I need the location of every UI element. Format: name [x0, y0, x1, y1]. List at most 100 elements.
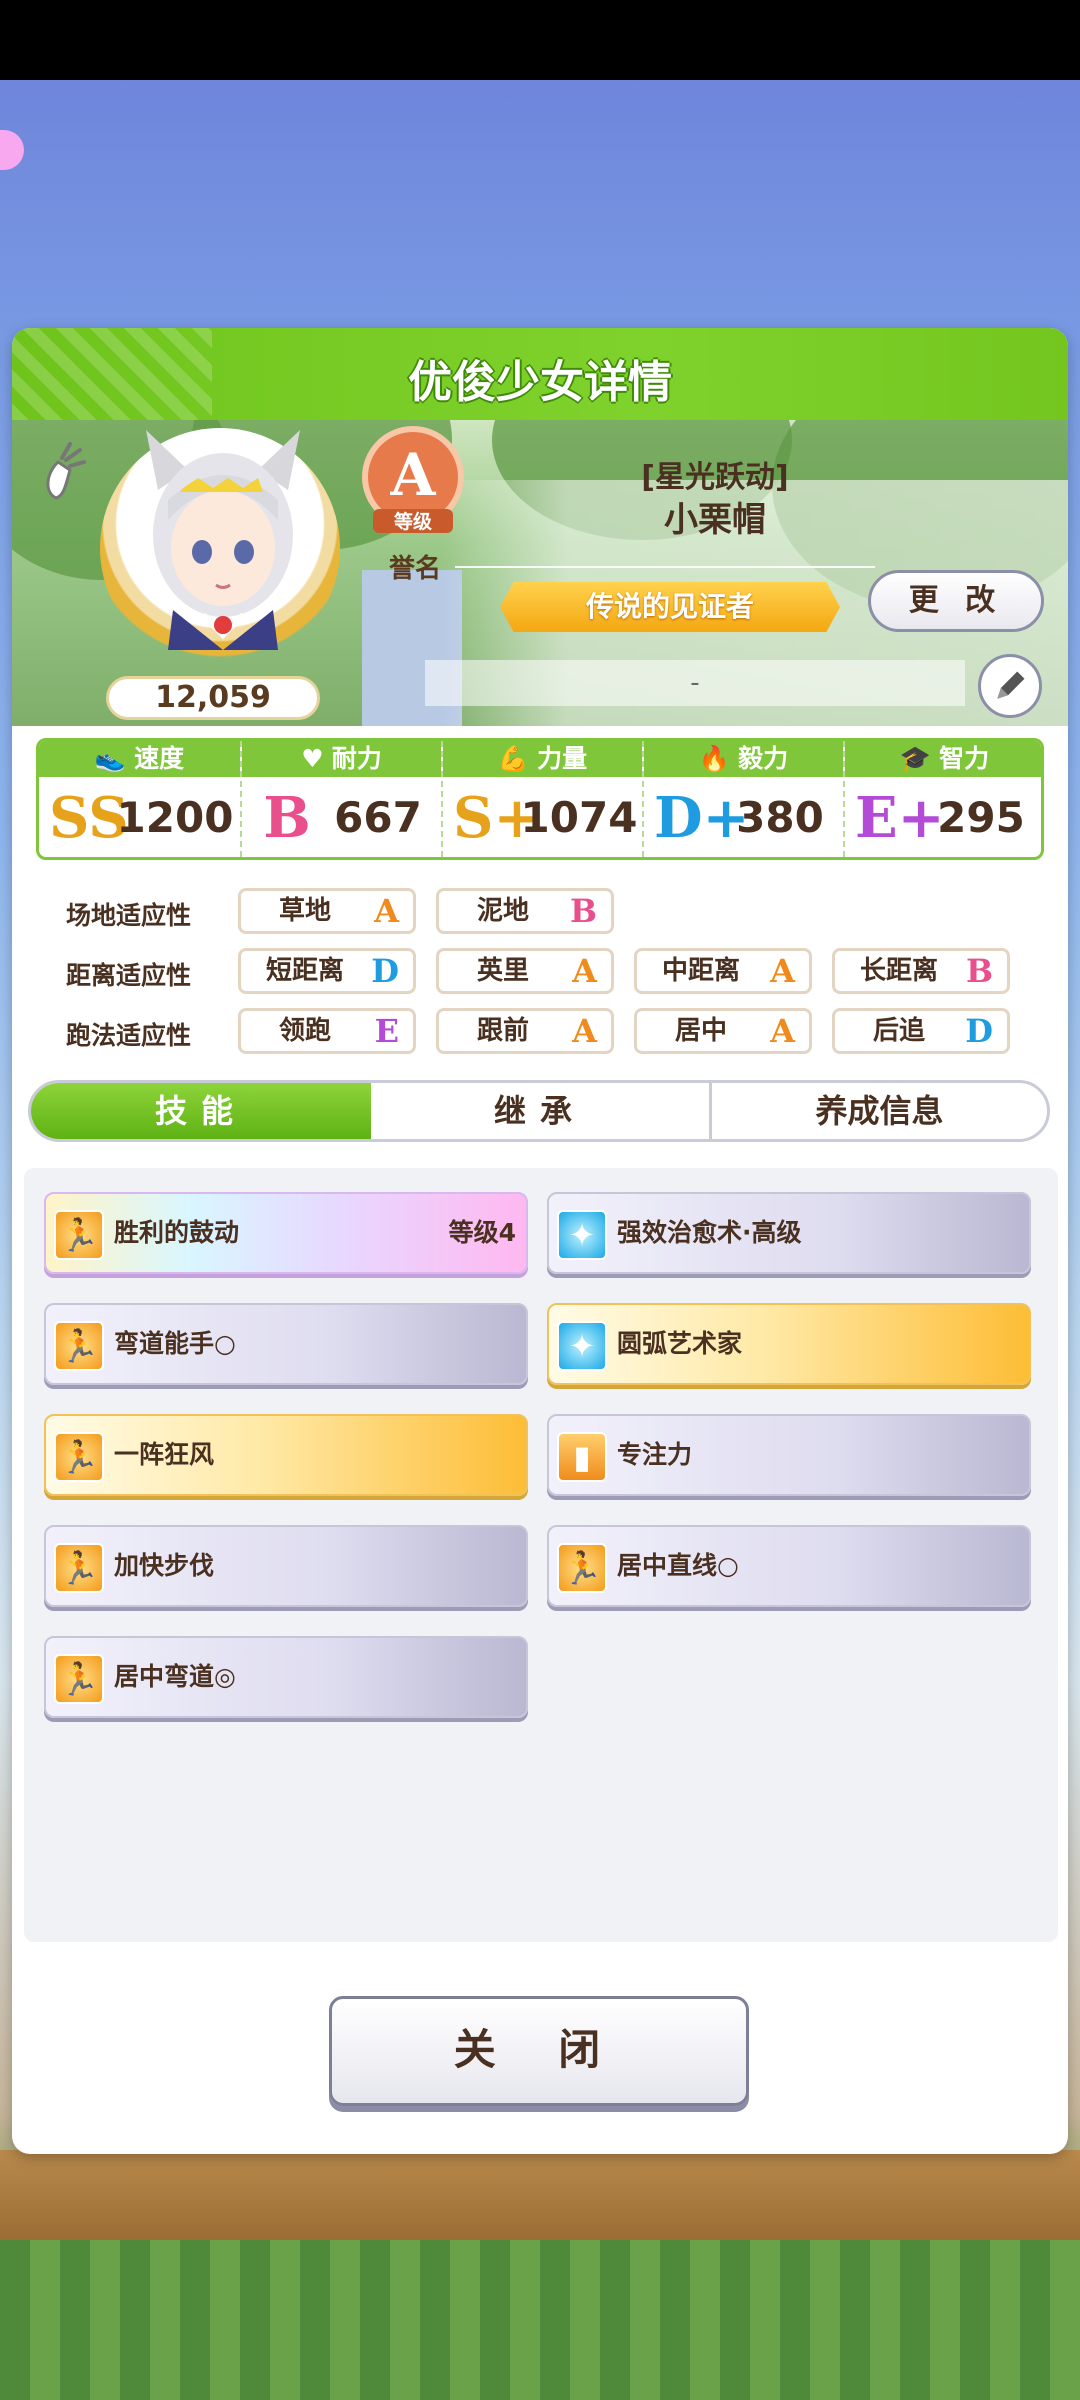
aptitude-grade: B: [569, 892, 597, 930]
stat-header: 🎓 智力: [845, 741, 1041, 777]
stat-power: 💪 力量 S+ 1074: [441, 741, 642, 857]
aptitude-grade: B: [965, 952, 993, 990]
stat-value: 1200: [116, 793, 234, 842]
skill-item[interactable]: 🏃 居中弯道◎: [44, 1636, 528, 1718]
runner-icon: 🏃: [557, 1543, 607, 1593]
aptitude-label-style: 跑法适应性: [66, 1021, 192, 1050]
aptitude-cell: 英里 A: [436, 948, 614, 994]
tab-skills[interactable]: 技能: [31, 1083, 371, 1139]
runner-icon: 🏃: [54, 1432, 104, 1482]
tab-bar: 技能 继承 养成信息: [28, 1080, 1050, 1142]
aptitude-name: 跟前: [476, 1016, 529, 1046]
aptitude-grade: A: [572, 952, 597, 990]
aptitude-name: 后追: [872, 1016, 925, 1046]
background-grass: [0, 2240, 1080, 2400]
runner-icon: 🏃: [54, 1543, 104, 1593]
stat-guts: 🔥 毅力 D+ 380: [642, 741, 843, 857]
stat-header: 🔥 毅力: [644, 741, 843, 777]
skill-item[interactable]: 🏃 胜利的鼓动 等级4: [44, 1192, 528, 1274]
runner-icon: 🏃: [54, 1210, 104, 1260]
divider: [455, 566, 875, 568]
tab-inheritance[interactable]: 继承: [371, 1083, 709, 1139]
aptitude-grade: D: [965, 1012, 993, 1050]
stat-header: 💪 力量: [443, 741, 642, 777]
rank-badge-icon: A 等级: [362, 426, 464, 533]
stat-label: 智力: [939, 744, 990, 773]
carrot-icon[interactable]: [40, 440, 88, 500]
skill-name: 圆弧艺术家: [617, 1329, 743, 1358]
stat-value: 667: [334, 793, 422, 842]
flame-icon: 🔥: [698, 744, 731, 773]
skill-name: 弯道能手○: [114, 1329, 236, 1358]
aptitude-name: 泥地: [476, 896, 529, 926]
aptitude-name: 长距离: [859, 956, 938, 986]
sparkle-icon: ✦: [557, 1210, 607, 1260]
stat-header: ♥ 耐力: [242, 741, 441, 777]
aptitude-name: 草地: [278, 896, 331, 926]
aptitude-grade: D: [371, 952, 399, 990]
svg-text:A: A: [389, 441, 436, 509]
skill-item[interactable]: 🏃 一阵狂风: [44, 1414, 528, 1496]
aptitude-grade: E: [374, 1012, 399, 1050]
stat-wisdom: 🎓 智力 E+ 295: [843, 741, 1041, 857]
aptitude-cell: 长距离 B: [832, 948, 1010, 994]
skill-name: 胜利的鼓动: [114, 1218, 240, 1247]
stat-label: 速度: [134, 744, 185, 773]
tab-training-info[interactable]: 养成信息: [712, 1083, 1047, 1139]
edit-pencil-icon[interactable]: [978, 654, 1042, 718]
aptitude-cell: 短距离 D: [238, 948, 416, 994]
close-button[interactable]: 关 闭: [329, 1996, 749, 2106]
aptitude-name: 领跑: [278, 1016, 331, 1046]
aptitude-cell: 领跑 E: [238, 1008, 416, 1054]
skill-item[interactable]: ✦ 圆弧艺术家: [547, 1303, 1031, 1385]
stat-label: 毅力: [738, 744, 789, 773]
stat-grade: E+: [855, 785, 945, 851]
cap-icon: 🎓: [899, 744, 932, 773]
stat-value: 295: [937, 793, 1025, 842]
aptitude-cell: 后追 D: [832, 1008, 1010, 1054]
rank-label: 誉名: [388, 554, 441, 584]
stat-label: 力量: [537, 744, 588, 773]
aptitude-name: 居中: [674, 1016, 727, 1046]
aptitude-grade: A: [572, 1012, 597, 1050]
aptitude-grade: A: [374, 892, 399, 930]
stat-grade: S+: [453, 785, 541, 851]
dialog-title: 优俊少女详情: [408, 357, 672, 408]
aptitude-grade: A: [770, 1012, 795, 1050]
stat-grade: B: [263, 785, 311, 851]
aptitude-cell: 中距离 A: [634, 948, 812, 994]
aptitude-cell: 跟前 A: [436, 1008, 614, 1054]
status-bar: [0, 0, 1080, 80]
svg-text:等级: 等级: [393, 510, 432, 533]
aptitude-grade: A: [770, 952, 795, 990]
aptitude-name: 中距离: [661, 956, 740, 986]
aptitude-cell: 泥地 B: [436, 888, 614, 934]
skill-item[interactable]: 🏃 居中直线○: [547, 1525, 1031, 1607]
skill-item[interactable]: 🏃 加快步伐: [44, 1525, 528, 1607]
skill-item[interactable]: 🏃 弯道能手○: [44, 1303, 528, 1385]
background-fence: [0, 2150, 1080, 2240]
stat-value: 1074: [520, 793, 638, 842]
skill-item[interactable]: ▮ 专注力: [547, 1414, 1031, 1496]
aptitude-cell: 草地 A: [238, 888, 416, 934]
runner-icon: 🏃: [54, 1321, 104, 1371]
aptitude-label-distance: 距离适应性: [66, 961, 192, 990]
fan-count: 12,059: [106, 676, 320, 720]
skill-item[interactable]: ✦ 强效治愈术·高级: [547, 1192, 1031, 1274]
title-text: 传说的见证者: [585, 590, 754, 623]
character-avatar[interactable]: [128, 420, 318, 650]
aptitude-label-track: 场地适应性: [66, 901, 192, 930]
skill-name: 一阵狂风: [114, 1440, 215, 1469]
change-title-button[interactable]: 更 改: [868, 570, 1044, 632]
sparkle-icon: ✦: [557, 1321, 607, 1371]
aptitude-name: 短距离: [265, 956, 344, 986]
runner-icon: 🏃: [54, 1654, 104, 1704]
stats-table: 👟 速度 SS 1200 ♥ 耐力 B 667 💪 力量 S+ 1074 🔥 毅力 D+ 380 🎓 智力 E+ 29…: [36, 738, 1044, 860]
gate-icon: ▮: [557, 1432, 607, 1482]
title-ribbon: 传说的见证者: [500, 582, 840, 632]
skill-name: 专注力: [617, 1440, 693, 1469]
stat-grade: D+: [654, 785, 750, 851]
muscle-icon: 💪: [497, 744, 530, 773]
aptitude-name: 英里: [476, 956, 529, 986]
shoe-icon: 👟: [94, 744, 127, 773]
